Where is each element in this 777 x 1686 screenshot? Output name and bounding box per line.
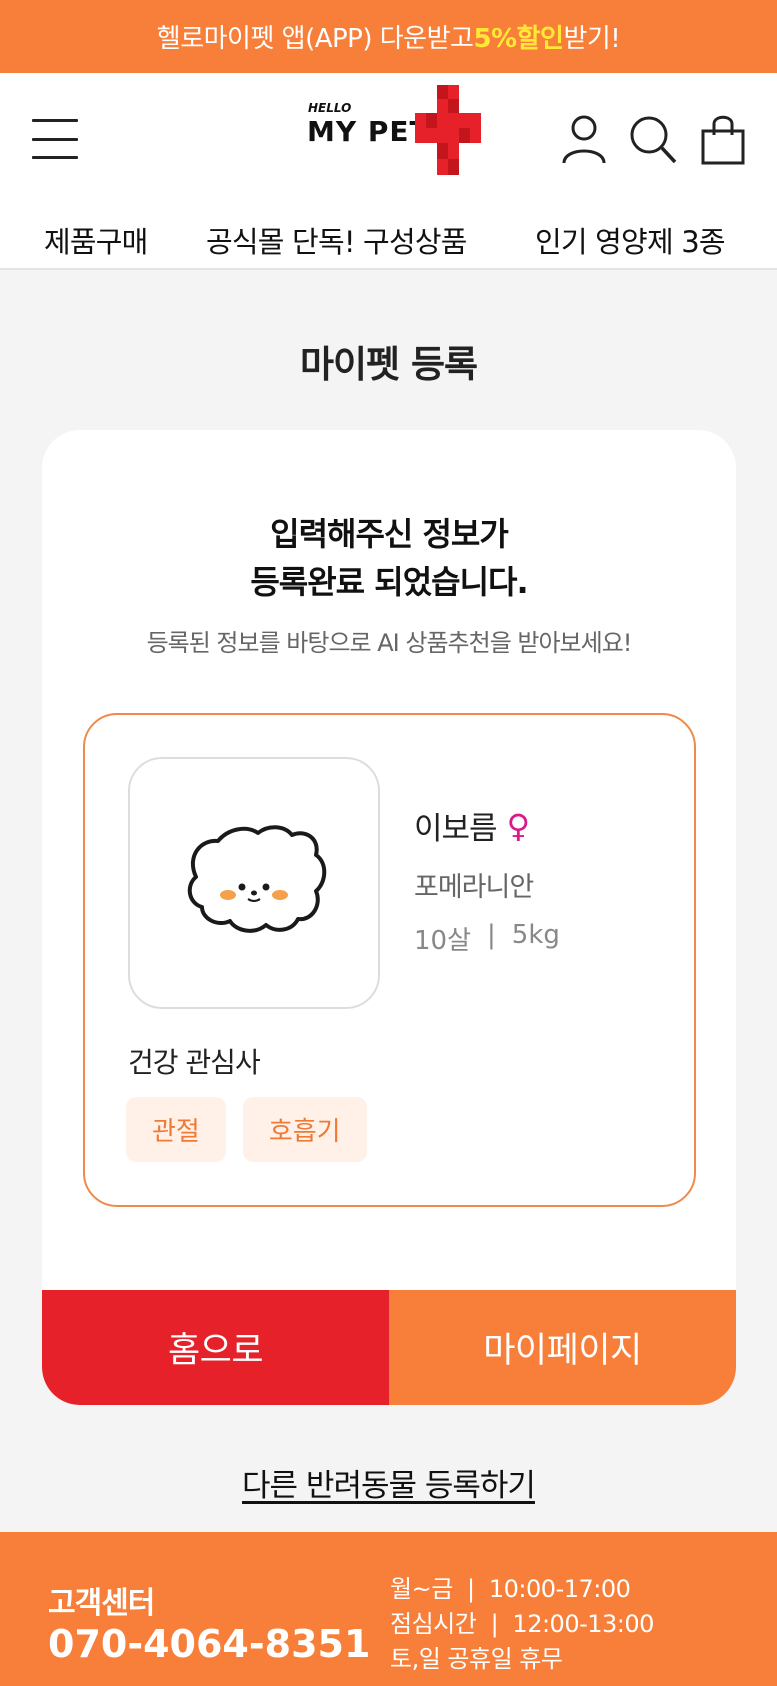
hamburger-menu-icon[interactable] bbox=[32, 119, 78, 159]
interest-tag-joint[interactable]: 관절 bbox=[126, 1097, 226, 1162]
logo-mypet-text: MY PET bbox=[307, 115, 430, 148]
hours-weekday: 월~금 | 10:00-17:00 bbox=[390, 1575, 631, 1603]
pet-meta: 10살 | 5kg bbox=[414, 920, 560, 957]
logo[interactable]: HELLO MY PET bbox=[305, 85, 481, 180]
search-icon[interactable] bbox=[628, 113, 677, 165]
action-buttons: 홈으로 마이페이지 bbox=[42, 1290, 736, 1405]
promo-text-end: 받기! bbox=[563, 24, 621, 54]
user-icon[interactable] bbox=[560, 113, 608, 165]
promo-banner[interactable]: 헬로마이펫 앱(APP) 다운받고 5%할인 받기! bbox=[0, 0, 777, 73]
customer-center-title: 고객센터 bbox=[48, 1586, 155, 1621]
promo-discount: 5%할인 bbox=[473, 24, 564, 54]
main-nav: 제품구매 공식몰 단독! 구성상품 인기 영양제 3종 bbox=[0, 203, 777, 265]
completion-headline: 입력해주신 정보가 등록완료 되었습니다. bbox=[42, 510, 736, 606]
nav-item-exclusive[interactable]: 공식몰 단독! 구성상품 bbox=[206, 219, 467, 261]
register-other-pet: 다른 반려동물 등록하기 bbox=[0, 1460, 777, 1505]
footer: 고객센터 070-4064-8351 월~금 | 10:00-17:00 점심시… bbox=[0, 1532, 777, 1686]
promo-text: 헬로마이펫 앱(APP) 다운받고 bbox=[156, 24, 474, 54]
pet-weight: 5kg bbox=[511, 920, 560, 950]
interest-tag-respiratory[interactable]: 호흡기 bbox=[242, 1097, 367, 1162]
page-title: 마이펫 등록 bbox=[299, 343, 478, 386]
home-button[interactable]: 홈으로 bbox=[42, 1290, 389, 1405]
logo-hello-text: HELLO bbox=[308, 101, 352, 115]
logo-cross-icon bbox=[415, 85, 481, 175]
headline-line-1: 입력해주신 정보가 bbox=[270, 515, 509, 553]
customer-center-phone[interactable]: 070-4064-8351 bbox=[48, 1622, 370, 1666]
hours-lunch: 점심시간 | 12:00-13:00 bbox=[390, 1610, 654, 1638]
hours-holiday: 토,일 공휴일 휴무 bbox=[390, 1645, 563, 1673]
pet-age: 10살 bbox=[414, 926, 472, 956]
meta-divider: | bbox=[487, 920, 496, 950]
pet-name-row: 이보름 ♀ bbox=[414, 803, 530, 848]
pet-avatar-icon bbox=[128, 757, 380, 1009]
pet-profile-box: 이보름 ♀ 포메라니안 10살 | 5kg 건강 관심사 관절 호흡기 bbox=[83, 713, 696, 1207]
pet-breed: 포메라니안 bbox=[414, 872, 534, 903]
nav-item-popular[interactable]: 인기 영양제 3종 bbox=[535, 219, 726, 261]
mypage-button[interactable]: 마이페이지 bbox=[389, 1290, 736, 1405]
health-interest-title: 건강 관심사 bbox=[128, 1046, 261, 1079]
nav-item-products[interactable]: 제품구매 bbox=[44, 219, 148, 261]
register-other-pet-link[interactable]: 다른 반려동물 등록하기 bbox=[242, 1468, 536, 1504]
female-gender-icon: ♀ bbox=[506, 806, 530, 845]
health-interest-tags: 관절 호흡기 bbox=[126, 1097, 367, 1162]
site-header: HELLO MY PET 제품구매 공식몰 단독! 구성상품 인기 영양제 3종 bbox=[0, 73, 777, 270]
pet-name: 이보름 bbox=[414, 811, 498, 847]
completion-subline: 등록된 정보를 바탕으로 AI 상품추천을 받아보세요! bbox=[146, 629, 633, 657]
customer-center-hours: 월~금 | 10:00-17:00 점심시간 | 12:00-13:00 토,일… bbox=[390, 1572, 654, 1677]
shopping-bag-icon[interactable] bbox=[700, 113, 748, 165]
headline-line-2: 등록완료 되었습니다. bbox=[250, 563, 528, 601]
registration-card: 입력해주신 정보가 등록완료 되었습니다. 등록된 정보를 바탕으로 AI 상품… bbox=[42, 430, 736, 1405]
